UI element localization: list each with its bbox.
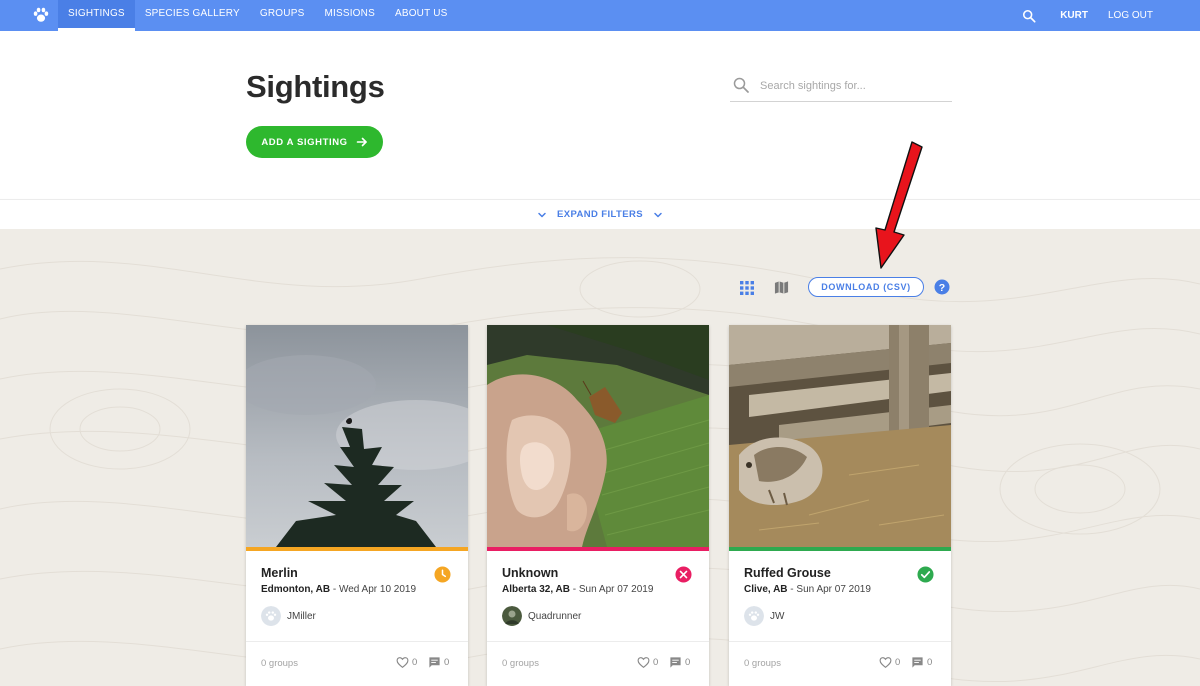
comments-count: 0 (444, 657, 450, 668)
heart-icon (637, 657, 650, 669)
nav-menu: SIGHTINGS SPECIES GALLERY GROUPS MISSION… (58, 0, 458, 31)
sighting-location: Clive, AB (744, 584, 788, 595)
sighting-photo[interactable] (487, 325, 709, 547)
divider (729, 641, 951, 642)
username[interactable]: JW (770, 611, 784, 622)
comments-count: 0 (685, 657, 691, 668)
sighting-date: Sun Apr 07 2019 (578, 584, 654, 595)
divider (246, 641, 468, 642)
svg-text:?: ? (939, 282, 945, 294)
groups-count: 0 groups (261, 658, 298, 669)
expand-filters-label: EXPAND FILTERS (556, 209, 643, 220)
username[interactable]: Quadrunner (528, 611, 581, 622)
status-bar (246, 547, 468, 551)
annotation-arrow (875, 141, 923, 269)
sighting-card[interactable]: Unknown Alberta 32, AB - Sun Apr 07 2019… (487, 325, 709, 686)
likes[interactable]: 0 (879, 656, 900, 669)
sighting-meta: Alberta 32, AB - Sun Apr 07 2019 (502, 584, 654, 595)
likes[interactable]: 0 (396, 656, 417, 669)
nav-right: KURT LOG OUT (1022, 0, 1200, 31)
sighting-meta: Edmonton, AB - Wed Apr 10 2019 (261, 584, 417, 595)
nav-item-missions[interactable]: MISSIONS (314, 0, 385, 31)
sighting-title: Unknown (502, 566, 559, 580)
sighting-meta: Clive, AB - Sun Apr 07 2019 (744, 584, 871, 595)
search-icon[interactable] (1022, 9, 1036, 23)
sighting-card[interactable]: Merlin Edmonton, AB - Wed Apr 10 2019 JM… (246, 325, 468, 686)
likes-count: 0 (895, 657, 901, 668)
sightings-search (730, 73, 952, 102)
avatar[interactable] (261, 606, 281, 626)
username[interactable]: JMiller (287, 611, 316, 622)
sighting-title: Ruffed Grouse (744, 566, 831, 580)
groups-count: 0 groups (744, 658, 781, 669)
comments[interactable]: 0 (428, 656, 449, 669)
top-navbar: SIGHTINGS SPECIES GALLERY GROUPS MISSION… (0, 0, 1200, 31)
avatar[interactable] (502, 606, 522, 626)
likes[interactable]: 0 (637, 656, 658, 669)
sighting-location: Edmonton, AB (261, 584, 331, 595)
paw-logo-icon[interactable] (32, 6, 50, 24)
status-bar (487, 547, 709, 551)
nav-item-groups[interactable]: GROUPS (250, 0, 315, 31)
divider (487, 641, 709, 642)
likes-count: 0 (412, 657, 418, 668)
avatar[interactable] (744, 606, 764, 626)
clock-icon (434, 566, 451, 583)
sighting-date: Sun Apr 07 2019 (796, 584, 871, 595)
comment-icon (429, 657, 440, 668)
status-bar (729, 547, 951, 551)
comment-icon (670, 657, 681, 668)
sighting-photo[interactable] (729, 325, 951, 547)
chevron-down-icon (538, 212, 546, 217)
comments-count: 0 (927, 657, 933, 668)
sighting-title: Merlin (261, 566, 298, 580)
chevron-down-icon (654, 212, 662, 217)
sighting-date: Wed Apr 10 2019 (338, 584, 417, 595)
groups-count: 0 groups (502, 658, 539, 669)
nav-item-sightings[interactable]: SIGHTINGS (58, 0, 135, 31)
x-circle-icon (675, 566, 692, 583)
search-icon (733, 77, 749, 93)
map-view-icon[interactable] (774, 280, 789, 295)
page-header: Sightings ADD A SIGHTING (0, 31, 1200, 199)
nav-item-about-us[interactable]: ABOUT US (385, 0, 458, 31)
sighting-card[interactable]: Ruffed Grouse Clive, AB - Sun Apr 07 201… (729, 325, 951, 686)
logout-link[interactable]: LOG OUT (1108, 10, 1153, 21)
page-title: Sightings (246, 69, 385, 104)
add-sighting-button[interactable]: ADD A SIGHTING (246, 126, 383, 158)
user-menu[interactable]: KURT (1060, 10, 1088, 21)
sighting-photo[interactable] (246, 325, 468, 547)
add-sighting-label: ADD A SIGHTING (261, 136, 348, 148)
comments[interactable]: 0 (911, 656, 932, 669)
heart-icon (879, 657, 892, 669)
expand-filters-bar[interactable]: EXPAND FILTERS (0, 199, 1200, 229)
check-circle-icon (917, 566, 934, 583)
likes-count: 0 (653, 657, 659, 668)
sighting-location: Alberta 32, AB (502, 584, 570, 595)
nav-item-species-gallery[interactable]: SPECIES GALLERY (135, 0, 250, 31)
grid-view-icon[interactable] (740, 281, 754, 295)
comment-icon (912, 657, 923, 668)
arrow-right-icon (356, 137, 367, 147)
comments[interactable]: 0 (669, 656, 690, 669)
search-input[interactable] (760, 75, 948, 97)
download-csv-button[interactable]: DOWNLOAD (CSV) (808, 277, 924, 297)
heart-icon (396, 657, 409, 669)
help-icon[interactable]: ? (934, 279, 950, 295)
